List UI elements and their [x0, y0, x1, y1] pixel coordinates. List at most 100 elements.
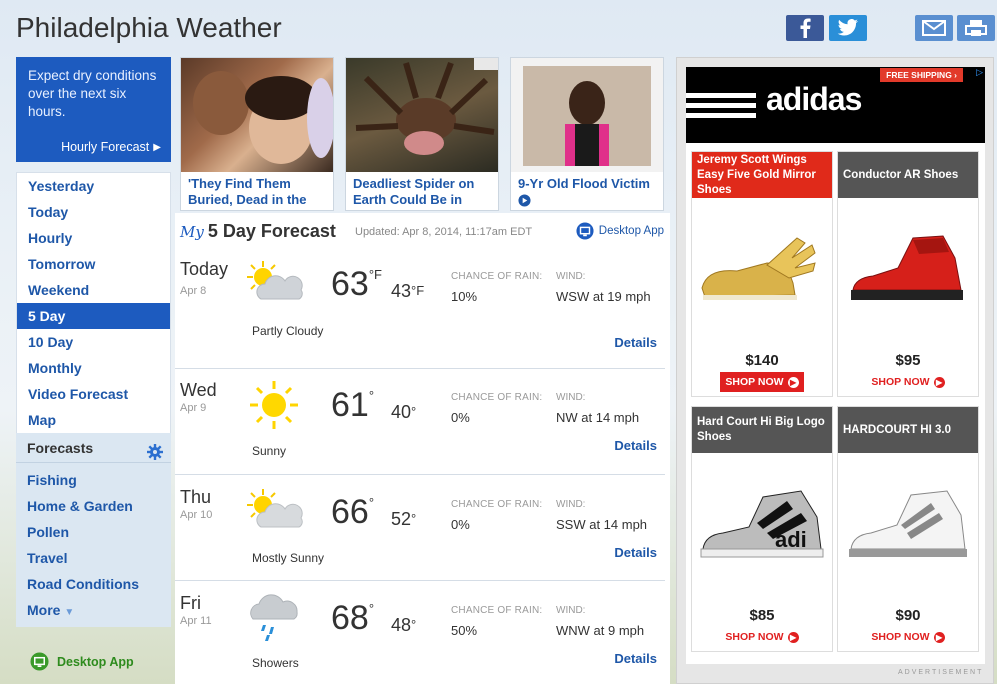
shop-now-button[interactable]: SHOP NOW ▶ [866, 372, 950, 392]
forecasts-heading: Forecasts [16, 433, 171, 463]
shop-now-label: SHOP NOW [725, 376, 784, 388]
desktop-app-label: Desktop App [57, 654, 134, 669]
news-card[interactable]: Deadliest Spider on Earth Could Be in Yo… [345, 57, 499, 211]
product-title: Hard Court Hi Big Logo Shoes [692, 407, 832, 453]
nav-item-today[interactable]: Today [17, 199, 170, 225]
high-temp-value: 61 [331, 386, 369, 424]
alert-text: Expect dry conditions over the next six … [28, 68, 157, 119]
more-label: More [27, 602, 61, 618]
wind-value: NW at 14 mph [556, 410, 640, 425]
low-temp: 48° [391, 615, 416, 636]
high-temp-unit: °F [368, 267, 382, 282]
rain-label: CHANCE OF RAIN: [451, 499, 543, 510]
rain-value: 0% [451, 517, 470, 532]
shop-now-label: SHOP NOW [871, 631, 930, 643]
print-icon [965, 20, 987, 36]
details-link[interactable]: Details [614, 335, 657, 350]
low-temp-unit: ° [411, 404, 417, 419]
news-caption[interactable]: Deadliest Spider on Earth Could Be in Yo… [346, 172, 498, 210]
high-temp: 66° [331, 493, 374, 532]
low-temp-value: 48 [391, 615, 412, 635]
product-card[interactable]: Conductor AR Shoes $95 SHOP NOW ▶ [837, 151, 979, 397]
play-icon[interactable] [518, 194, 656, 210]
forecasts-panel: Forecasts Fishing Home & Garden Pollen T… [16, 433, 171, 627]
day-name: Wed [180, 380, 217, 400]
desktop-app-link-left[interactable]: Desktop App [30, 652, 134, 671]
low-temp: 52° [391, 509, 416, 530]
nav-item-video-forecast[interactable]: Video Forecast [17, 381, 170, 407]
news-caption[interactable]: 9-Yr Old Flood Victim [511, 172, 663, 210]
details-link[interactable]: Details [614, 651, 657, 666]
nav-item-tomorrow[interactable]: Tomorrow [17, 251, 170, 277]
forecast-link-pollen[interactable]: Pollen [16, 519, 171, 545]
red-conductor-shoe-image [838, 198, 978, 348]
hourly-forecast-link[interactable]: Hourly Forecast ▶ [61, 140, 161, 154]
nav-item-hourly[interactable]: Hourly [17, 225, 170, 251]
facebook-share-button[interactable] [786, 15, 824, 41]
low-temp-value: 52 [391, 509, 412, 529]
gear-icon[interactable] [147, 440, 163, 470]
high-temp-unit: ° [368, 388, 375, 403]
forecast-day-row: Wed Apr 9 Sunny 61° 40° CHANCE OF RAIN: … [175, 380, 665, 475]
high-temp-value: 63 [331, 265, 369, 303]
low-temp-value: 40 [391, 402, 412, 422]
rain-value: 50% [451, 623, 478, 638]
desktop-app-icon [30, 652, 49, 671]
ad-banner[interactable]: adidas FREE SHIPPING › ▷ [686, 67, 985, 143]
adidas-stripes-logo [686, 93, 756, 123]
product-card[interactable]: HARDCOURT HI 3.0 $90 SHOP NOW ▶ [837, 406, 979, 652]
details-link[interactable]: Details [614, 545, 657, 560]
nav-item-monthly[interactable]: Monthly [17, 355, 170, 381]
adidas-ad[interactable]: adidas FREE SHIPPING › ▷ Jeremy Scott Wi… [686, 67, 985, 664]
mostly-sunny-icon [243, 487, 305, 538]
twitter-share-button[interactable] [829, 15, 867, 41]
low-temp-unit: ° [411, 511, 417, 526]
day-name: Thu [180, 487, 212, 507]
product-card[interactable]: Jeremy Scott Wings Easy Five Gold Mirror… [691, 151, 833, 397]
five-day-forecast: My 5 Day Forecast Updated: Apr 8, 2014, … [175, 213, 670, 684]
wind-label: WIND: [556, 271, 586, 282]
wind-label: WIND: [556, 392, 586, 403]
free-shipping-tag[interactable]: FREE SHIPPING › [880, 68, 963, 82]
nav-item-map[interactable]: Map [17, 407, 170, 433]
showers-icon [243, 593, 305, 648]
shop-now-button[interactable]: SHOP NOW ▶ [720, 372, 804, 392]
high-temp: 61° [331, 386, 374, 425]
desktop-app-icon [576, 222, 594, 240]
low-temp-value: 43 [391, 281, 412, 301]
arrow-right-icon: ▶ [787, 631, 799, 643]
email-button[interactable] [915, 15, 953, 41]
product-price: $90 [895, 607, 921, 624]
high-temp-unit: ° [368, 495, 375, 510]
chevron-down-icon: ▼ [64, 607, 75, 618]
forecast-link-more[interactable]: More ▼ [16, 597, 171, 623]
shop-now-button[interactable]: SHOP NOW ▶ [866, 627, 950, 647]
news-thumbnail [181, 58, 333, 172]
desktop-app-label: Desktop App [598, 225, 664, 237]
arrow-right-icon: ▶ [933, 376, 945, 388]
brand-logo: adidas [766, 81, 862, 117]
forecast-link-fishing[interactable]: Fishing [16, 467, 171, 493]
ad-choices-icon[interactable]: ▷ [976, 67, 983, 78]
nav-item-weekend[interactable]: Weekend [17, 277, 170, 303]
desktop-app-link[interactable]: Desktop App [576, 222, 664, 240]
shop-now-button[interactable]: SHOP NOW ▶ [720, 627, 804, 647]
updated-timestamp: Updated: Apr 8, 2014, 11:17am EDT [355, 226, 533, 238]
nav-item-10-day[interactable]: 10 Day [17, 329, 170, 355]
wind-value: WNW at 9 mph [556, 623, 645, 638]
news-caption[interactable]: 'They Find Them Buried, Dead in the Sand… [181, 172, 333, 210]
print-button[interactable] [957, 15, 995, 41]
shop-now-label: SHOP NOW [871, 376, 930, 388]
news-card[interactable]: 'They Find Them Buried, Dead in the Sand… [180, 57, 334, 211]
gold-wings-shoe-image [692, 198, 832, 348]
details-link[interactable]: Details [614, 438, 657, 453]
forecast-link-road-conditions[interactable]: Road Conditions [16, 571, 171, 597]
nav-item-5-day[interactable]: 5 Day [17, 303, 170, 329]
news-card[interactable]: 9-Yr Old Flood Victim [510, 57, 664, 211]
rain-label: CHANCE OF RAIN: [451, 392, 543, 403]
forecast-link-travel[interactable]: Travel [16, 545, 171, 571]
nav-item-yesterday[interactable]: Yesterday [17, 173, 170, 199]
forecast-link-home-garden[interactable]: Home & Garden [16, 493, 171, 519]
news-thumbnail [346, 58, 498, 172]
product-card[interactable]: Hard Court Hi Big Logo Shoes adi $85 SHO… [691, 406, 833, 652]
